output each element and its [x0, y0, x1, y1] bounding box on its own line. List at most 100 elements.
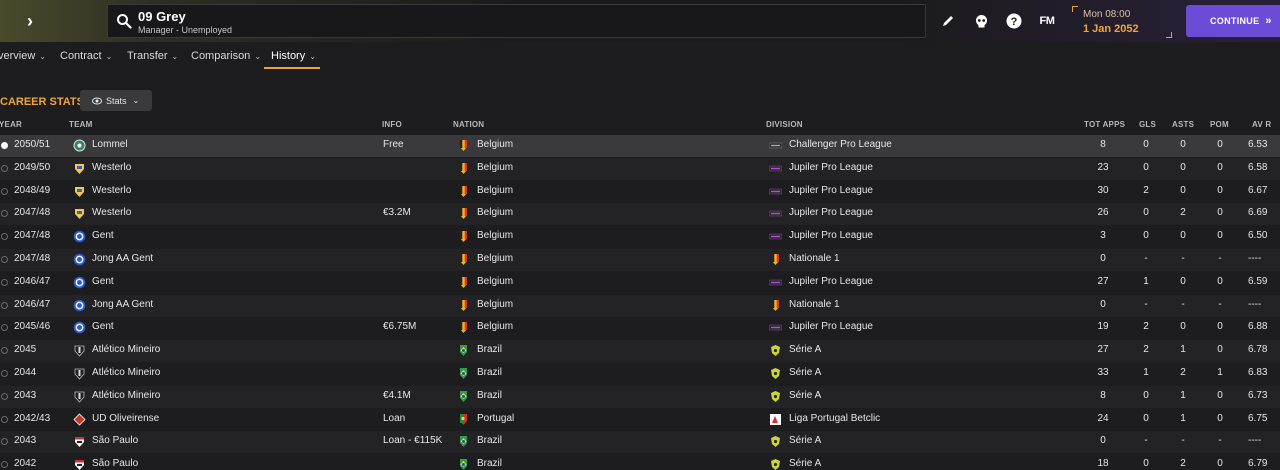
row-radio[interactable]	[1, 370, 8, 377]
cell-nation[interactable]: Belgium	[477, 139, 513, 150]
cell-nation[interactable]: Belgium	[477, 230, 513, 241]
row-radio[interactable]	[1, 415, 8, 423]
col-header-team[interactable]: TEAM	[69, 120, 92, 129]
col-header-info[interactable]: INFO	[382, 120, 402, 129]
cell-team[interactable]: Atlético Mineiro	[92, 367, 160, 378]
cell-team[interactable]: Gent	[92, 230, 114, 241]
cell-team[interactable]: Gent	[92, 276, 114, 287]
row-radio[interactable]	[1, 301, 8, 309]
cell-division[interactable]: Nationale 1	[789, 253, 840, 264]
row-radio[interactable]	[1, 164, 8, 172]
row-radio[interactable]	[1, 347, 8, 355]
cell-division[interactable]: Série A	[789, 344, 821, 355]
col-header-pom[interactable]: POM	[1210, 120, 1229, 129]
row-radio[interactable]	[1, 233, 8, 241]
cell-team[interactable]: UD Oliveirense	[92, 413, 159, 424]
help-button[interactable]: ?	[1003, 10, 1025, 32]
cell-nation[interactable]: Brazil	[477, 367, 502, 378]
table-row[interactable]: 2047/48 Jong AA Gent Belgium Nationale 10--…	[0, 249, 1280, 271]
cell-nation[interactable]: Brazil	[477, 435, 502, 446]
cell-team[interactable]: São Paulo	[92, 458, 138, 469]
cell-division[interactable]: Jupiler Pro League	[789, 276, 873, 287]
edit-button[interactable]	[937, 10, 959, 32]
search-bar[interactable]: 09 Grey Manager - Unemployed	[107, 4, 926, 38]
cell-team[interactable]: Atlético Mineiro	[92, 344, 160, 355]
cell-nation[interactable]: Belgium	[477, 321, 513, 332]
row-radio[interactable]	[1, 461, 8, 469]
row-radio[interactable]	[1, 324, 8, 332]
cell-division[interactable]: Challenger Pro League	[789, 139, 892, 150]
cell-nation[interactable]: Belgium	[477, 253, 513, 264]
col-header-gls[interactable]: GLS	[1139, 120, 1156, 129]
cell-nation[interactable]: Brazil	[477, 458, 502, 469]
fm-logo[interactable]: FM	[1036, 10, 1058, 32]
tab-history[interactable]: History ⌄	[271, 50, 316, 62]
table-row[interactable]: 2047/48 Gent Belgium Jupiler Pro League 3 0 0 0…	[0, 226, 1280, 248]
cell-nation[interactable]: Brazil	[477, 390, 502, 401]
cell-division[interactable]: Série A	[789, 367, 821, 378]
table-row[interactable]: 2050/51 Lommel Free Belgium Challenger Pro L…	[0, 135, 1280, 157]
cell-team[interactable]: Jong AA Gent	[92, 299, 153, 310]
cell-team[interactable]: Westerlo	[92, 207, 131, 218]
cell-nation[interactable]: Belgium	[477, 162, 513, 173]
cell-division[interactable]: Série A	[789, 458, 821, 469]
table-row[interactable]: 2043 Atlético Mineiro €4.1M Brazil Série A 8 0…	[0, 385, 1280, 408]
row-radio[interactable]	[1, 278, 8, 286]
table-row[interactable]: 2045 Atlético Mineiro Brazil Série A 27 2 1 0 6.…	[0, 340, 1280, 363]
cell-team[interactable]: Jong AA Gent	[92, 253, 153, 264]
table-row[interactable]: 2042/43 UD Oliveirense Loan Portugal Liga Po…	[0, 409, 1280, 431]
row-radio[interactable]	[1, 392, 8, 400]
table-row[interactable]: 2046/47 Gent Belgium Jupiler Pro League 27 1 0…	[0, 272, 1280, 294]
table-row[interactable]: 2045/46 Gent €6.75M Belgium Jupiler Pro Leag…	[0, 317, 1280, 339]
row-radio[interactable]	[1, 256, 8, 263]
tab-overview[interactable]: verview ⌄	[0, 50, 46, 62]
col-header-avr[interactable]: AV R	[1252, 120, 1271, 129]
date-display[interactable]: Mon 08:00 1 Jan 2052	[1072, 6, 1172, 38]
cell-nation[interactable]: Belgium	[477, 276, 513, 287]
col-header-asts[interactable]: ASTS	[1172, 120, 1194, 129]
cell-nation[interactable]: Portugal	[477, 413, 514, 424]
col-header-apps[interactable]: TOT APPS	[1084, 120, 1125, 129]
cell-team[interactable]: São Paulo	[92, 435, 138, 446]
row-radio[interactable]	[1, 187, 8, 195]
cell-division[interactable]: Série A	[789, 435, 821, 446]
cell-asts: 1	[1180, 344, 1186, 356]
cell-division[interactable]: Jupiler Pro League	[789, 162, 873, 173]
table-row[interactable]: 2047/48 Westerlo €3.2M Belgium Jupiler Pro L…	[0, 203, 1280, 226]
cell-team[interactable]: Atlético Mineiro	[92, 390, 160, 401]
table-row[interactable]: 2046/47 Jong AA Gent Belgium Nationale 10--…	[0, 294, 1280, 317]
cell-division[interactable]: Série A	[789, 390, 821, 401]
col-header-year[interactable]: YEAR	[0, 120, 22, 129]
cell-team[interactable]: Lommel	[92, 139, 128, 150]
cell-nation[interactable]: Belgium	[477, 207, 513, 218]
stats-view-dropdown[interactable]: Stats ⌄	[80, 90, 152, 111]
table-row[interactable]: 2044 Atlético Mineiro Brazil Série A 33 1 2 1 6.…	[0, 363, 1280, 385]
col-header-division[interactable]: DIVISION	[766, 120, 803, 129]
cell-nation[interactable]: Belgium	[477, 299, 513, 310]
cell-nation[interactable]: Belgium	[477, 185, 513, 196]
continue-button[interactable]: CONTINUE »	[1186, 5, 1280, 37]
tab-transfer[interactable]: Transfer ⌄	[127, 50, 178, 62]
row-radio[interactable]	[1, 210, 8, 218]
tab-contract[interactable]: Contract ⌄	[60, 50, 112, 62]
cell-nation[interactable]: Brazil	[477, 344, 502, 355]
col-header-nation[interactable]: NATION	[453, 120, 484, 129]
cell-division[interactable]: Nationale 1	[789, 299, 840, 310]
cell-team[interactable]: Westerlo	[92, 185, 131, 196]
tab-comparison[interactable]: Comparison ⌄	[191, 50, 261, 62]
cell-division[interactable]: Liga Portugal Betclic	[789, 413, 880, 424]
row-radio[interactable]	[1, 142, 8, 149]
cell-team[interactable]: Westerlo	[92, 162, 131, 173]
cell-division[interactable]: Jupiler Pro League	[789, 185, 873, 196]
cell-division[interactable]: Jupiler Pro League	[789, 230, 873, 241]
cell-division[interactable]: Jupiler Pro League	[789, 321, 873, 332]
table-row[interactable]: 2043 São Paulo Loan - €115K Brazil Série A 0 -…	[0, 431, 1280, 454]
forward-arrow-button[interactable]: ›	[0, 0, 60, 42]
skull-button[interactable]	[970, 10, 992, 32]
table-row[interactable]: 2049/50 Westerlo Belgium Jupiler Pro League…	[0, 157, 1280, 180]
table-row[interactable]: 2042 São Paulo Brazil Série A 18 0 2 0 6.79	[0, 454, 1280, 470]
cell-division[interactable]: Jupiler Pro League	[789, 207, 873, 218]
row-radio[interactable]	[1, 438, 8, 446]
cell-team[interactable]: Gent	[92, 321, 114, 332]
table-row[interactable]: 2048/49 Westerlo Belgium Jupiler Pro League…	[0, 181, 1280, 203]
